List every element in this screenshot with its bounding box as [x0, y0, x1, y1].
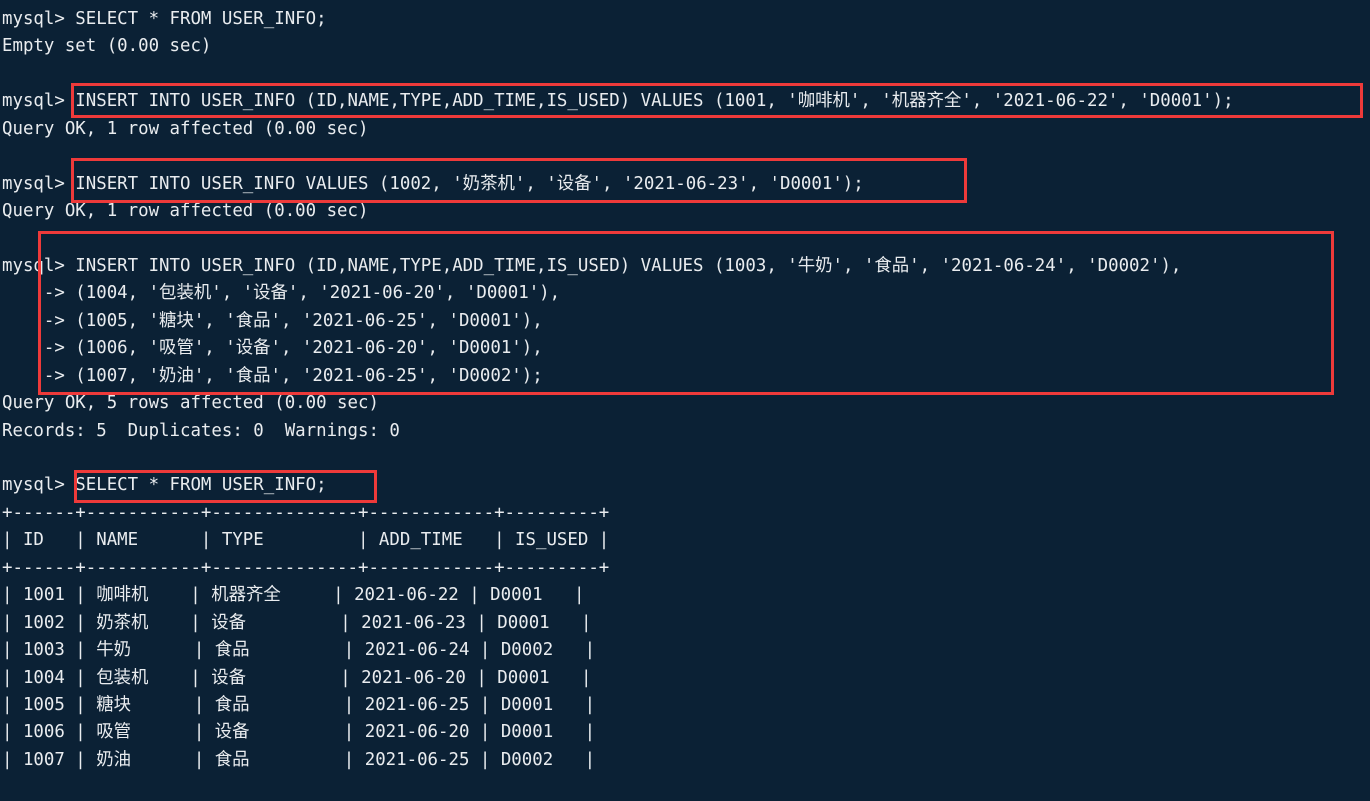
terminal-line: mysql> SELECT * FROM USER_INFO; [2, 9, 327, 29]
terminal-line: Empty set (0.00 sec) [2, 36, 212, 57]
terminal-line: Query OK, 1 row affected (0.00 sec) [2, 201, 369, 222]
terminal-line-insert-2: mysql> INSERT INTO USER_INFO VALUES (100… [2, 173, 864, 194]
terminal-line-insert-3: mysql> INSERT INTO USER_INFO (ID,NAME,TY… [2, 255, 1182, 276]
table-row: | 1007 | 奶油 | 食品 | 2021-06-25 | D0002 | [2, 749, 596, 770]
table-rule-middle: +------+-----------+--------------+-----… [2, 557, 610, 578]
terminal-window[interactable]: mysql> SELECT * FROM USER_INFO; Empty se… [0, 0, 1370, 801]
terminal-line-select-final: mysql> SELECT * FROM USER_INFO; [2, 475, 327, 496]
terminal-line-insert-3-cont: -> (1007, '奶油', '食品', '2021-06-25', 'D00… [2, 365, 543, 386]
terminal-line-insert-3-cont: -> (1004, '包装机', '设备', '2021-06-20', 'D0… [2, 283, 561, 304]
table-row: | 1004 | 包装机 | 设备 | 2021-06-20 | D0001 | [2, 667, 592, 688]
table-row: | 1002 | 奶茶机 | 设备 | 2021-06-23 | D0001 | [2, 612, 592, 633]
terminal-line: Query OK, 5 rows affected (0.00 sec) [2, 393, 379, 414]
terminal-line-insert-3-cont: -> (1006, '吸管', '设备', '2021-06-20', 'D00… [2, 338, 543, 359]
terminal-output: mysql> SELECT * FROM USER_INFO; Empty se… [0, 6, 1370, 774]
table-row: | 1006 | 吸管 | 设备 | 2021-06-20 | D0001 | [2, 722, 596, 743]
table-row: | 1003 | 牛奶 | 食品 | 2021-06-24 | D0002 | [2, 640, 596, 661]
terminal-line-insert-3-cont: -> (1005, '糖块', '食品', '2021-06-25', 'D00… [2, 310, 543, 331]
table-row: | 1001 | 咖啡机 | 机器齐全 | 2021-06-22 | D0001… [2, 585, 585, 606]
terminal-line: Query OK, 1 row affected (0.00 sec) [2, 118, 369, 139]
terminal-line: Records: 5 Duplicates: 0 Warnings: 0 [2, 420, 400, 441]
table-rule-top: +------+-----------+--------------+-----… [2, 502, 610, 523]
table-header-row: | ID | NAME | TYPE | ADD_TIME | IS_USED … [2, 530, 610, 551]
table-row: | 1005 | 糖块 | 食品 | 2021-06-25 | D0001 | [2, 694, 596, 715]
terminal-line-insert-1: mysql> INSERT INTO USER_INFO (ID,NAME,TY… [2, 91, 1234, 112]
